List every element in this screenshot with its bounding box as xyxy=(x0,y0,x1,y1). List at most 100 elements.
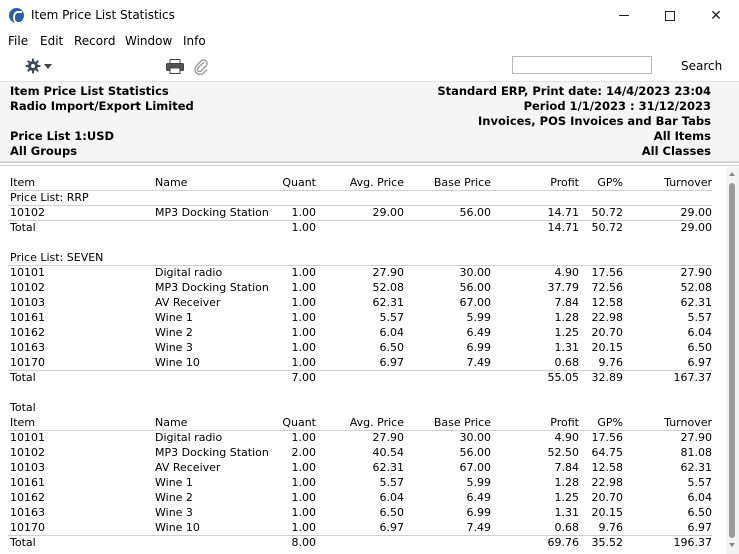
gp-percent: GP% xyxy=(597,176,623,189)
item-code: 10163 xyxy=(10,341,45,354)
item-code: 10170 xyxy=(10,521,45,534)
item-name: AV Receiver xyxy=(155,296,221,309)
turnover: Turnover xyxy=(664,176,712,189)
table-row: 10101 Digital radio 1.00 27.90 30.00 4.90 17.5… xyxy=(0,430,726,445)
scroll-down-icon[interactable] xyxy=(729,543,735,547)
item-code: 10103 xyxy=(10,461,45,474)
chevron-down-icon[interactable] xyxy=(44,64,52,69)
gear-icon[interactable] xyxy=(25,58,41,74)
menu-file[interactable]: File xyxy=(8,34,28,48)
item-code: 10162 xyxy=(10,491,45,504)
print-icon[interactable] xyxy=(166,59,184,74)
gp-percent: 22.98 xyxy=(591,311,624,324)
avg-price: 29.00 xyxy=(372,206,405,219)
menu-bar: File Edit Record Window Info xyxy=(0,31,739,51)
quantity: 1.00 xyxy=(291,206,317,219)
menu-record[interactable]: Record xyxy=(74,34,115,48)
base-price: 5.99 xyxy=(466,476,492,489)
table-row: 10103 AV Receiver 1.00 62.31 67.00 7.84 12.58 6… xyxy=(0,460,726,475)
profit: 4.90 xyxy=(554,431,580,444)
base-price: 7.49 xyxy=(466,356,492,369)
turnover: 27.90 xyxy=(680,266,713,279)
profit: 14.71 xyxy=(547,206,580,219)
turnover: 6.50 xyxy=(687,341,713,354)
table-row: 10162 Wine 2 1.00 6.04 6.49 1.25 20.70 6.04 xyxy=(0,325,726,340)
turnover: 27.90 xyxy=(680,431,713,444)
toolbar: Search xyxy=(0,51,739,82)
profit: 4.90 xyxy=(554,266,580,279)
profit: 7.84 xyxy=(554,461,580,474)
scroll-up-icon[interactable] xyxy=(729,172,735,176)
avg-price: 6.04 xyxy=(379,491,405,504)
avg-price: 6.50 xyxy=(379,341,405,354)
title-bar: Item Price List Statistics ✕ xyxy=(0,0,739,31)
quantity: Quant xyxy=(282,416,316,429)
profit: 55.05 xyxy=(547,371,580,384)
base-price: 5.99 xyxy=(466,311,492,324)
search-input[interactable] xyxy=(512,56,652,74)
quantity: 1.00 xyxy=(291,431,317,444)
maximize-button[interactable] xyxy=(647,0,693,31)
classes-filter: All Classes xyxy=(641,144,711,158)
gp-percent: 22.98 xyxy=(591,476,624,489)
item-name: Wine 2 xyxy=(155,491,193,504)
profit: 1.28 xyxy=(554,311,580,324)
window-title: Item Price List Statistics xyxy=(31,8,175,22)
item-name: Wine 2 xyxy=(155,326,193,339)
vertical-scrollbar[interactable] xyxy=(726,167,739,554)
turnover: 62.31 xyxy=(680,296,713,309)
item-code: 10161 xyxy=(10,476,45,489)
gp-percent: 20.70 xyxy=(591,326,624,339)
avg-price: 5.57 xyxy=(379,476,405,489)
report-header: Item Price List Statistics Radio Import/… xyxy=(0,82,739,162)
item-code: Item xyxy=(10,176,36,189)
profit: 0.68 xyxy=(554,521,580,534)
quantity: 1.00 xyxy=(291,356,317,369)
search-button[interactable]: Search xyxy=(681,59,722,73)
turnover: 6.04 xyxy=(687,326,713,339)
gp-percent: 35.52 xyxy=(591,536,624,549)
turnover: 196.37 xyxy=(673,536,713,549)
item-name: MP3 Docking Station xyxy=(155,446,269,459)
table-row: 10102 MP3 Docking Station 1.00 29.00 56.00 14… xyxy=(0,205,726,220)
base-price: Base Price xyxy=(433,416,491,429)
scroll-thumb[interactable] xyxy=(729,183,735,538)
item-code: 10161 xyxy=(10,311,45,324)
base-price: 6.99 xyxy=(466,506,492,519)
quantity: 1.00 xyxy=(291,476,317,489)
menu-info[interactable]: Info xyxy=(183,34,206,48)
item-code: 10162 xyxy=(10,326,45,339)
minimize-icon xyxy=(619,15,629,16)
quantity: 1.00 xyxy=(291,341,317,354)
report-body: Item Name Quant Avg. Price Base Price Profit G… xyxy=(0,167,726,554)
base-price: Base Price xyxy=(433,176,491,189)
close-button[interactable]: ✕ xyxy=(693,0,739,31)
avg-price: 62.31 xyxy=(372,296,405,309)
item-name: Wine 1 xyxy=(155,311,193,324)
attachment-icon[interactable] xyxy=(193,58,209,75)
item-code: Total xyxy=(10,221,36,234)
base-price: 67.00 xyxy=(459,296,492,309)
turnover: 81.08 xyxy=(680,446,713,459)
item-code: Item xyxy=(10,416,36,429)
item-code: 10101 xyxy=(10,431,45,444)
section-label: Price List: SEVEN xyxy=(10,251,104,264)
base-price: 6.99 xyxy=(466,341,492,354)
table-row: 10170 Wine 10 1.00 6.97 7.49 0.68 9.76 6.97 xyxy=(0,520,726,535)
turnover: 5.57 xyxy=(687,311,713,324)
profit: 0.68 xyxy=(554,356,580,369)
maximize-icon xyxy=(665,10,675,21)
gp-percent: 9.76 xyxy=(598,521,624,534)
menu-edit[interactable]: Edit xyxy=(40,34,63,48)
profit: 69.76 xyxy=(547,536,580,549)
gp-percent: 64.75 xyxy=(591,446,624,459)
section-label: Total xyxy=(10,401,36,414)
gp-percent: 50.72 xyxy=(591,206,624,219)
profit: 7.84 xyxy=(554,296,580,309)
quantity: 1.00 xyxy=(291,461,317,474)
gp-percent: 20.15 xyxy=(591,506,624,519)
profit: 1.31 xyxy=(554,506,580,519)
section-label: Price List: RRP xyxy=(10,191,89,204)
menu-window[interactable]: Window xyxy=(125,34,172,48)
minimize-button[interactable] xyxy=(601,0,647,31)
